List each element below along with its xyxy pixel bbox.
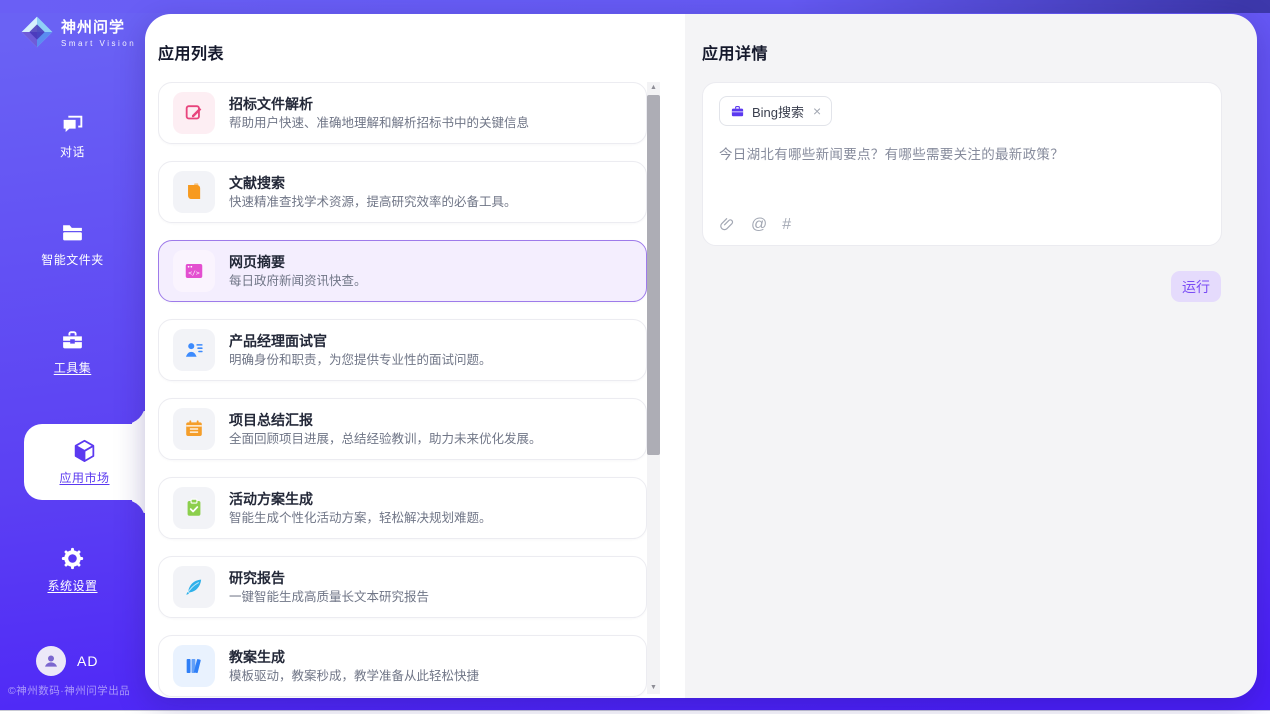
copyright-footer: ©神州数码·神州问学出品 <box>8 683 130 698</box>
sidebar: 神州问学 Smart Vision 对话 智能文件夹 工具集 应用市场 系统设置… <box>0 0 145 711</box>
app-list: 招标文件解析 帮助用户快速、准确地理解和解析招标书中的关键信息 文献搜索 快速精… <box>158 82 647 698</box>
app-card[interactable]: 项目总结汇报 全面回顾项目进展，总结经验教训，助力未来优化发展。 <box>158 398 647 460</box>
app-card-desc: 一键智能生成高质量长文本研究报告 <box>229 591 429 604</box>
app-icon-tile <box>173 250 215 292</box>
app-icon-tile <box>173 92 215 134</box>
app-detail-panel: 应用详情 Bing搜索 × 今日湖北有哪些新闻要点？有哪些需要关注的最新政策？ … <box>685 14 1257 698</box>
tool-tag-label: Bing搜索 <box>752 102 804 121</box>
app-card[interactable]: 活动方案生成 智能生成个性化活动方案，轻松解决规划难题。 <box>158 477 647 539</box>
app-card-name: 研究报告 <box>229 571 429 585</box>
app-icon-tile <box>173 329 215 371</box>
doc-edit-icon <box>183 102 205 124</box>
cube-icon <box>72 438 97 463</box>
sidebar-item-app-market[interactable]: 应用市场 <box>24 424 145 500</box>
app-card-desc: 模板驱动，教案秒成，教学准备从此轻松快捷 <box>229 670 479 683</box>
sidebar-item-chat[interactable]: 对话 <box>0 108 145 164</box>
user-initials: AD <box>77 653 98 669</box>
app-icon-tile <box>173 408 215 450</box>
app-card-desc: 快速精准查找学术资源，提高研究效率的必备工具。 <box>229 196 517 209</box>
app-card[interactable]: 产品经理面试官 明确身份和职责，为您提供专业性的面试问题。 <box>158 319 647 381</box>
brand-name: 神州问学 <box>61 16 136 37</box>
hashtag-icon[interactable]: # <box>782 216 791 233</box>
quill-icon <box>183 576 205 598</box>
brand-diamond-icon <box>20 15 54 49</box>
app-card-name: 教案生成 <box>229 650 479 664</box>
sidebar-item-toolset[interactable]: 工具集 <box>0 324 145 380</box>
app-icon-tile <box>173 171 215 213</box>
brand-logo: 神州问学 Smart Vision <box>20 15 136 49</box>
app-card-desc: 全面回顾项目进展，总结经验教训，助力未来优化发展。 <box>229 433 542 446</box>
app-card-desc: 智能生成个性化活动方案，轻松解决规划难题。 <box>229 512 492 525</box>
app-card[interactable]: 网页摘要 每日政府新闻资讯快查。 <box>158 240 647 302</box>
tool-tag-bing-search[interactable]: Bing搜索 × <box>719 96 832 126</box>
sidebar-item-settings[interactable]: 系统设置 <box>0 542 145 598</box>
app-card[interactable]: 教案生成 模板驱动，教案秒成，教学准备从此轻松快捷 <box>158 635 647 697</box>
app-icon-tile <box>173 487 215 529</box>
mention-icon[interactable]: @ <box>751 216 767 233</box>
sidebar-item-label: 系统设置 <box>47 577 97 594</box>
app-card-name: 网页摘要 <box>229 255 367 269</box>
sidebar-item-smart-folder[interactable]: 智能文件夹 <box>0 216 145 272</box>
app-list-title: 应用列表 <box>158 40 224 64</box>
content-panel: 应用列表 招标文件解析 帮助用户快速、准确地理解和解析招标书中的关键信息 文献搜… <box>145 14 1257 698</box>
app-detail-title: 应用详情 <box>702 40 768 64</box>
run-button[interactable]: 运行 <box>1171 271 1221 302</box>
user-account[interactable]: AD <box>36 646 98 676</box>
browser-code-icon <box>183 260 205 282</box>
clipboard-check-icon <box>183 497 205 519</box>
brand-tagline: Smart Vision <box>61 39 136 48</box>
calendar-report-icon <box>183 418 205 440</box>
scroll-down-icon[interactable]: ▼ <box>650 682 657 694</box>
app-list-scrollbar[interactable]: ▲ ▼ <box>647 82 660 694</box>
folder-icon <box>60 220 85 245</box>
gear-icon <box>60 546 85 571</box>
tag-close-icon[interactable]: × <box>813 104 821 118</box>
paperclip-icon[interactable] <box>719 216 736 233</box>
briefcase-icon <box>730 104 745 119</box>
sidebar-item-label: 对话 <box>60 143 85 160</box>
app-card-desc: 每日政府新闻资讯快查。 <box>229 275 367 288</box>
prompt-input[interactable]: 今日湖北有哪些新闻要点？有哪些需要关注的最新政策？ <box>719 143 1205 163</box>
app-card-name: 文献搜索 <box>229 176 517 190</box>
app-icon-tile <box>173 566 215 608</box>
scrollbar-thumb[interactable] <box>647 95 660 455</box>
app-card-name: 活动方案生成 <box>229 492 492 506</box>
sidebar-item-label: 应用市场 <box>59 469 109 486</box>
app-card-name: 招标文件解析 <box>229 97 529 111</box>
toolbox-icon <box>60 328 85 353</box>
app-window: 神州问学 Smart Vision 对话 智能文件夹 工具集 应用市场 系统设置… <box>0 0 1270 714</box>
scroll-up-icon[interactable]: ▲ <box>650 82 657 94</box>
app-icon-tile <box>173 645 215 687</box>
interviewer-icon <box>183 339 205 361</box>
app-list-panel: 应用列表 招标文件解析 帮助用户快速、准确地理解和解析招标书中的关键信息 文献搜… <box>145 14 685 698</box>
prompt-toolbar: @ # <box>719 216 791 233</box>
user-icon <box>42 652 60 670</box>
app-card-name: 项目总结汇报 <box>229 413 542 427</box>
window-top-band <box>0 0 1270 13</box>
app-card[interactable]: 招标文件解析 帮助用户快速、准确地理解和解析招标书中的关键信息 <box>158 82 647 144</box>
sidebar-item-label: 智能文件夹 <box>41 251 104 268</box>
app-card-desc: 明确身份和职责，为您提供专业性的面试问题。 <box>229 354 492 367</box>
books-icon <box>183 655 205 677</box>
book-icon <box>183 181 205 203</box>
avatar[interactable] <box>36 646 66 676</box>
prompt-card: Bing搜索 × 今日湖北有哪些新闻要点？有哪些需要关注的最新政策？ @ # <box>702 82 1222 246</box>
chat-icon <box>60 112 85 137</box>
app-card-desc: 帮助用户快速、准确地理解和解析招标书中的关键信息 <box>229 117 529 130</box>
app-card-name: 产品经理面试官 <box>229 334 492 348</box>
sidebar-item-label: 工具集 <box>54 359 92 376</box>
app-card[interactable]: 文献搜索 快速精准查找学术资源，提高研究效率的必备工具。 <box>158 161 647 223</box>
app-card[interactable]: 研究报告 一键智能生成高质量长文本研究报告 <box>158 556 647 618</box>
